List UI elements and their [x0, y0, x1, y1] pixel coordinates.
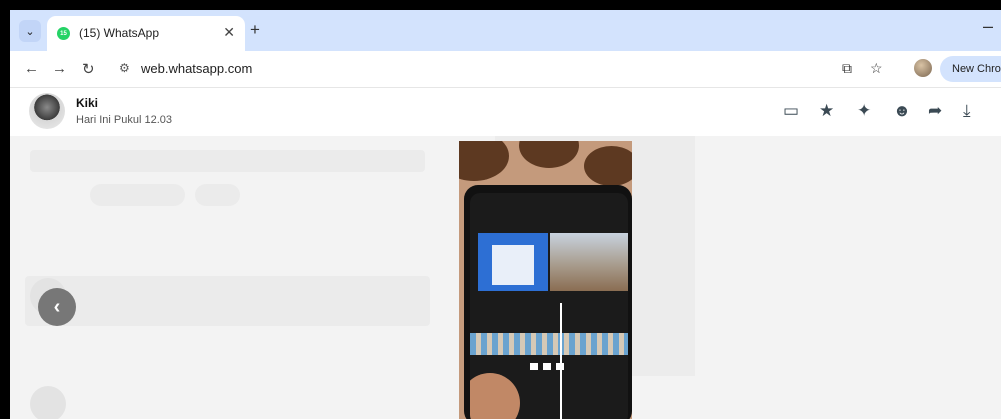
forward-arrow-icon[interactable]: → [52, 60, 67, 77]
tablecloth-pattern [459, 141, 509, 181]
message-timestamp: Hari Ini Pukul 12.03 [76, 114, 172, 126]
window-minimize-icon[interactable]: – [983, 16, 993, 37]
new-chrome-button[interactable]: New Chrom [940, 56, 1001, 82]
ghost-filter-pill [195, 184, 240, 206]
tab-title: (15) WhatsApp [79, 26, 160, 40]
whatsapp-favicon-icon: 15 [57, 27, 70, 40]
phone-in-photo [464, 185, 632, 419]
message-icon[interactable]: ▭ [783, 102, 799, 120]
pin-icon[interactable]: ✦ [857, 102, 871, 120]
download-icon[interactable]: ⤓ [963, 102, 971, 120]
ghost-avatar [30, 386, 66, 419]
tab-whatsapp[interactable]: 15 (15) WhatsApp ✕ [47, 16, 245, 51]
profile-avatar[interactable] [914, 59, 932, 77]
previous-media-chevron-icon[interactable]: ‹ [38, 288, 76, 326]
tab-strip: ⌄ 15 (15) WhatsApp ✕ + – [10, 10, 1001, 51]
contact-avatar[interactable] [29, 93, 65, 129]
tab-close-icon[interactable]: ✕ [223, 24, 235, 41]
url-text[interactable]: web.whatsapp.com [141, 61, 252, 76]
finger-in-photo [470, 373, 520, 419]
bookmark-star-icon[interactable]: ☆ [870, 60, 883, 77]
video-preview-grid [492, 245, 534, 285]
address-toolbar: ← → ↻ ⚙ web.whatsapp.com ⧉ ☆ New Chrom [10, 51, 1001, 88]
tablecloth-pattern [519, 141, 579, 168]
back-arrow-icon[interactable]: ← [24, 60, 39, 77]
media-viewer-header: Kiki Hari Ini Pukul 12.03 ▭ ★ ✦ ☻ ➦ ⤓ [10, 88, 1001, 136]
reload-icon[interactable]: ↻ [82, 60, 95, 78]
timeline-playhead [560, 303, 562, 419]
ghost-search-bar [30, 150, 425, 172]
tablecloth-pattern [584, 146, 632, 186]
new-tab-plus-icon[interactable]: + [250, 21, 260, 38]
video-preview-right [550, 233, 628, 291]
video-timeline [470, 333, 628, 355]
browser-window: ⌄ 15 (15) WhatsApp ✕ + – ← → ↻ ⚙ web.wha… [10, 10, 1001, 419]
tab-search-chevron-icon[interactable]: ⌄ [19, 20, 41, 42]
phone-screen [470, 193, 628, 419]
cast-icon[interactable]: ⧉ [842, 60, 852, 77]
editor-tool-button [543, 363, 551, 370]
media-photo [459, 141, 632, 419]
contact-name: Kiki [76, 96, 99, 110]
forward-icon[interactable]: ➦ [928, 102, 942, 120]
star-icon[interactable]: ★ [819, 102, 834, 120]
editor-tool-button [556, 363, 564, 370]
ghost-filter-pill [90, 184, 185, 206]
omnibox[interactable]: ⚙ web.whatsapp.com [115, 56, 835, 82]
editor-tool-button [530, 363, 538, 370]
emoji-icon[interactable]: ☻ [893, 102, 911, 120]
site-info-icon[interactable]: ⚙ [119, 61, 130, 75]
ghost-chat-row [25, 276, 430, 326]
